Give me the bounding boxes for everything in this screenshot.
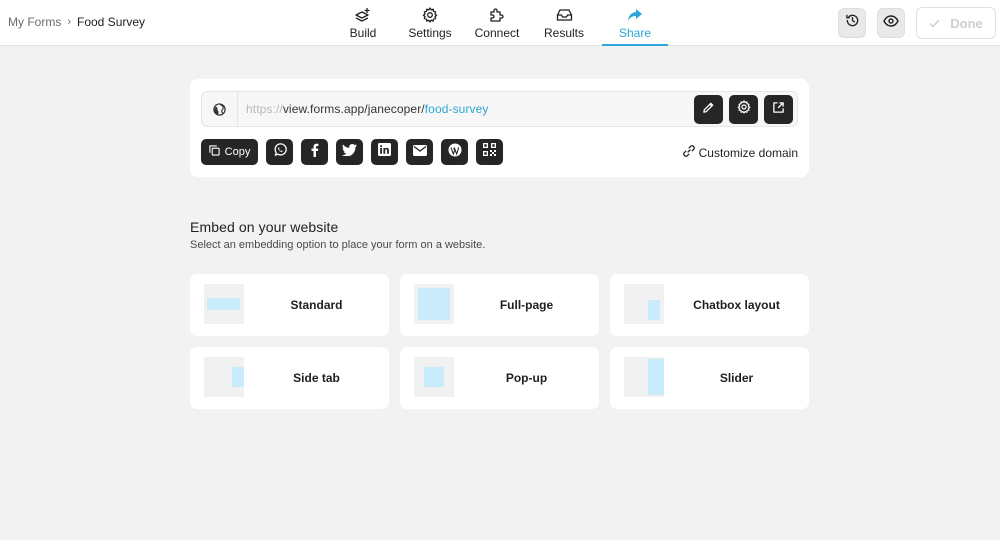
preview-button[interactable] bbox=[877, 8, 905, 38]
gear-icon bbox=[736, 100, 751, 119]
gear-icon bbox=[420, 6, 440, 24]
embed-option-full-page[interactable]: Full-page bbox=[400, 274, 599, 336]
pencil-icon bbox=[702, 101, 715, 119]
eye-icon bbox=[883, 14, 899, 32]
share-qr-code-button[interactable] bbox=[476, 139, 503, 165]
breadcrumb: My Forms › Food Survey bbox=[8, 15, 145, 29]
wordpress-icon bbox=[448, 143, 462, 162]
header-actions: Done bbox=[838, 7, 996, 39]
tab-share[interactable]: Share bbox=[602, 0, 668, 46]
full-page-layout-icon bbox=[414, 284, 454, 324]
share-facebook-button[interactable] bbox=[301, 139, 328, 165]
embed-option-label: Chatbox layout bbox=[693, 298, 780, 312]
embed-option-chatbox[interactable]: Chatbox layout bbox=[610, 274, 809, 336]
external-link-icon bbox=[772, 101, 785, 119]
puzzle-icon bbox=[487, 6, 507, 24]
copy-label: Copy bbox=[224, 146, 251, 158]
embed-option-pop-up[interactable]: Pop-up bbox=[400, 347, 599, 409]
main-tabs: Build Settings Connect Results Share bbox=[332, 0, 668, 46]
url-domain: view.forms.app/janecoper/ bbox=[282, 102, 425, 116]
url-slug: food-survey bbox=[424, 102, 489, 116]
pop-up-layout-icon bbox=[414, 357, 454, 397]
form-url-field[interactable]: https://view.forms.app/janecoper/food-su… bbox=[201, 91, 798, 127]
share-buttons-row: Copy bbox=[201, 139, 503, 165]
history-button[interactable] bbox=[838, 8, 866, 38]
embed-section-subtitle: Select an embedding option to place your… bbox=[190, 239, 486, 251]
embed-option-standard[interactable]: Standard bbox=[190, 274, 389, 336]
standard-layout-icon bbox=[204, 284, 244, 324]
facebook-icon bbox=[310, 143, 319, 162]
tab-results[interactable]: Results bbox=[528, 0, 600, 46]
share-twitter-button[interactable] bbox=[336, 139, 363, 165]
embed-option-side-tab[interactable]: Side tab bbox=[190, 347, 389, 409]
url-actions bbox=[694, 95, 793, 124]
embed-option-label: Slider bbox=[719, 371, 754, 385]
share-link-card: https://view.forms.app/janecoper/food-su… bbox=[190, 79, 809, 177]
tab-settings[interactable]: Settings bbox=[394, 0, 466, 46]
linkedin-icon bbox=[378, 143, 391, 161]
url-protocol: https:// bbox=[246, 102, 283, 116]
customize-domain-label: Customize domain bbox=[698, 145, 798, 160]
tab-connect-label: Connect bbox=[474, 26, 520, 40]
embed-option-label: Pop-up bbox=[505, 371, 548, 385]
inbox-icon bbox=[554, 6, 574, 24]
chatbox-layout-icon bbox=[624, 284, 664, 324]
twitter-icon bbox=[342, 143, 357, 161]
copy-icon bbox=[209, 145, 220, 159]
globe-icon bbox=[202, 92, 238, 126]
embed-option-label: Standard bbox=[290, 298, 343, 312]
open-url-button[interactable] bbox=[764, 95, 793, 124]
embed-option-label: Full-page bbox=[499, 298, 554, 312]
whatsapp-icon bbox=[273, 142, 287, 162]
embed-section-title: Embed on your website bbox=[190, 219, 339, 235]
edit-url-button[interactable] bbox=[694, 95, 723, 124]
done-button[interactable]: Done bbox=[916, 7, 996, 39]
breadcrumb-form-name: Food Survey bbox=[77, 15, 146, 29]
share-arrow-icon bbox=[625, 6, 645, 24]
tab-results-label: Results bbox=[543, 26, 584, 40]
share-linkedin-button[interactable] bbox=[371, 139, 398, 165]
share-email-button[interactable] bbox=[406, 139, 433, 165]
tab-build[interactable]: Build bbox=[332, 0, 394, 46]
tab-share-label: Share bbox=[618, 26, 652, 40]
qr-code-icon bbox=[483, 143, 496, 161]
share-whatsapp-button[interactable] bbox=[266, 139, 293, 165]
layers-plus-icon bbox=[353, 6, 373, 24]
side-tab-layout-icon bbox=[204, 357, 244, 397]
email-icon bbox=[412, 143, 427, 161]
customize-domain-link[interactable]: Customize domain bbox=[682, 145, 798, 160]
share-wordpress-button[interactable] bbox=[441, 139, 468, 165]
check-icon bbox=[929, 16, 940, 31]
copy-link-button[interactable]: Copy bbox=[201, 139, 258, 165]
tab-settings-label: Settings bbox=[408, 26, 452, 40]
form-url-text: https://view.forms.app/janecoper/food-su… bbox=[246, 102, 489, 116]
breadcrumb-my-forms[interactable]: My Forms bbox=[8, 15, 61, 29]
url-settings-button[interactable] bbox=[729, 95, 758, 124]
link-icon bbox=[682, 145, 695, 160]
breadcrumb-separator: › bbox=[67, 16, 71, 28]
tab-connect[interactable]: Connect bbox=[466, 0, 528, 46]
done-label: Done bbox=[950, 15, 983, 31]
embed-options-grid: Standard Full-page Chatbox layout Side t… bbox=[190, 274, 809, 409]
slider-layout-icon bbox=[624, 357, 664, 397]
embed-option-slider[interactable]: Slider bbox=[610, 347, 809, 409]
tab-build-label: Build bbox=[349, 26, 377, 40]
top-bar: My Forms › Food Survey Build Settings Co… bbox=[0, 0, 1000, 46]
history-icon bbox=[845, 13, 860, 33]
embed-option-label: Side tab bbox=[293, 371, 340, 385]
